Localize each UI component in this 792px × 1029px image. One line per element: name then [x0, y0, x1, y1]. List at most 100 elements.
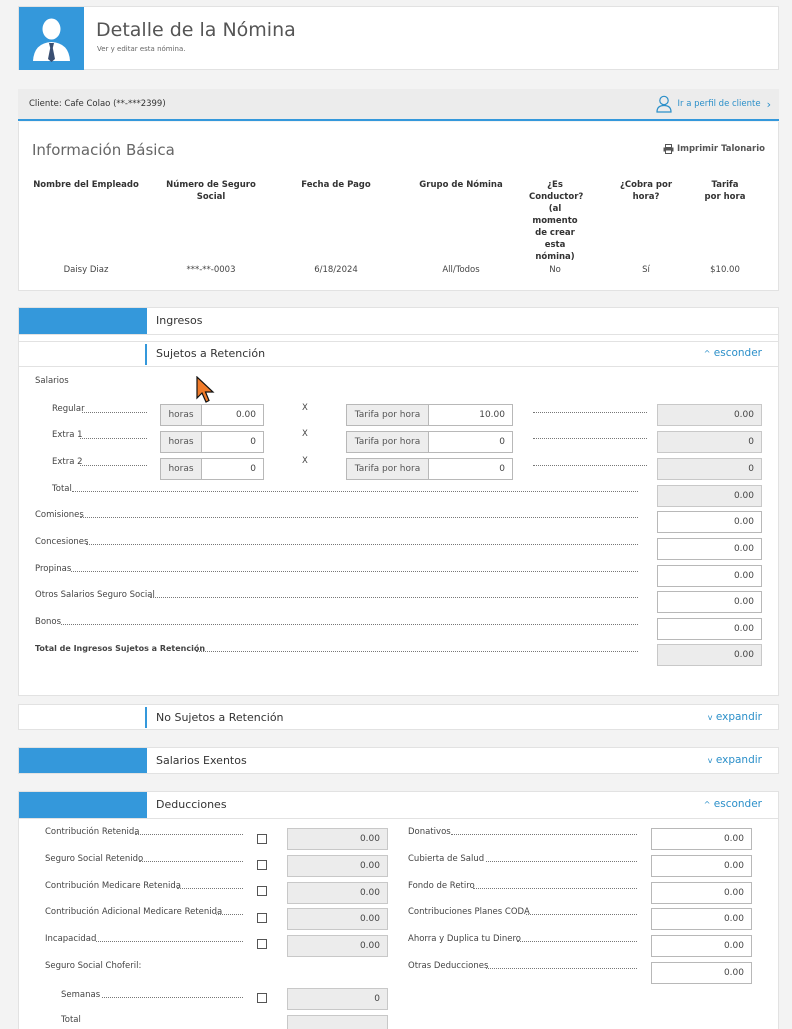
extra2-hours-input[interactable]: 0: [201, 458, 264, 480]
ahorra-duplica-input[interactable]: 0.00: [651, 935, 752, 957]
no-sujetos-header[interactable]: No Sujetos a Retención v expandir: [18, 704, 779, 730]
user-outline-icon: [655, 95, 672, 113]
cubierta-salud-label: Cubierta de Salud: [408, 854, 485, 864]
no-sujetos-toggle[interactable]: v expandir: [708, 711, 762, 723]
salarios-total: 0.00: [657, 485, 762, 507]
choferil-label: Seguro Social Choferil:: [45, 961, 142, 971]
choferil-total-value: [287, 1015, 388, 1029]
medicare-retenida-value: 0.00: [287, 882, 388, 904]
hourly-rate: $10.00: [710, 265, 740, 275]
comisiones-input[interactable]: 0.00: [657, 511, 762, 533]
pay-date: 6/18/2024: [314, 265, 358, 275]
extra2-rate-input[interactable]: 0: [428, 458, 513, 480]
exentos-header[interactable]: Salarios Exentos v expandir: [18, 747, 779, 774]
extra2-label: Extra 2: [52, 457, 83, 467]
basic-info-title: Información Básica: [32, 141, 175, 159]
semanas-label: Semanas: [61, 990, 101, 1000]
propinas-input[interactable]: 0.00: [657, 565, 762, 587]
incapacidad-value: 0.00: [287, 935, 388, 957]
col-hourly: ¿Cobra por hora?: [619, 180, 673, 202]
page-subtitle: Ver y editar esta nómina.: [97, 45, 186, 53]
is-hourly: Sí: [642, 265, 650, 275]
avatar: [19, 7, 84, 70]
rate-addon: Tarifa por hora: [346, 404, 429, 426]
profile-link-label: Ir a perfil de cliente: [677, 99, 761, 109]
print-button[interactable]: Imprimir Talonario: [663, 144, 765, 154]
exentos-accent: [19, 748, 147, 773]
donativos-label: Donativos: [408, 827, 451, 837]
expand-label: expandir: [715, 754, 762, 766]
regular-total: 0.00: [657, 404, 762, 426]
planes-coda-input[interactable]: 0.00: [651, 908, 752, 930]
concesiones-label: Concesiones: [35, 537, 89, 547]
salarios-total-label: Total: [52, 484, 72, 494]
choferil-total-label: Total: [61, 1015, 81, 1025]
donativos-input[interactable]: 0.00: [651, 828, 752, 850]
exentos-title: Salarios Exentos: [156, 754, 247, 767]
is-driver: No: [549, 265, 561, 275]
hours-addon: horas: [160, 458, 202, 480]
printer-icon: [663, 144, 674, 154]
regular-hours-input[interactable]: 0.00: [201, 404, 264, 426]
otros-salarios-label: Otros Salarios Seguro Social: [35, 590, 155, 600]
planes-coda-label: Contribuciones Planes CODA: [408, 907, 530, 917]
basic-info-card: Información Básica Imprimir Talonario No…: [18, 122, 779, 291]
ahorra-duplica-label: Ahorra y Duplica tu Dinero: [408, 934, 521, 944]
hide-label: esconder: [713, 798, 762, 810]
sujetos-header[interactable]: Sujetos a Retención ^ esconder: [19, 341, 778, 367]
otras-deducciones-input[interactable]: 0.00: [651, 962, 752, 984]
client-profile-link[interactable]: Ir a perfil de cliente ›: [655, 95, 771, 113]
extra1-rate-input[interactable]: 0: [428, 431, 513, 453]
medicare-retenida-checkbox[interactable]: [257, 886, 267, 896]
fondo-retiro-input[interactable]: 0.00: [651, 882, 752, 904]
deducciones-toggle[interactable]: ^ esconder: [704, 798, 762, 810]
multiply-label: X: [302, 429, 308, 439]
seguro-social-retenido-label: Seguro Social Retenido: [45, 854, 144, 864]
exentos-toggle[interactable]: v expandir: [708, 754, 762, 766]
medicare-adicional-value: 0.00: [287, 908, 388, 930]
regular-rate-input[interactable]: 10.00: [428, 404, 513, 426]
col-pay-date: Fecha de Pago: [301, 180, 371, 190]
chevron-up-icon: ^: [703, 800, 711, 809]
employee-name: Daisy Diaz: [63, 265, 109, 275]
seguro-social-retenido-value: 0.00: [287, 855, 388, 877]
semanas-value: 0: [287, 988, 388, 1010]
propinas-label: Propinas: [35, 564, 72, 574]
print-label: Imprimir Talonario: [676, 144, 765, 154]
client-bar: Cliente: Cafe Colao (**-***2399) Ir a pe…: [18, 89, 779, 121]
col-payroll-group: Grupo de Nómina: [419, 180, 503, 190]
multiply-label: X: [302, 403, 308, 413]
hours-addon: horas: [160, 404, 202, 426]
medicare-retenida-label: Contribución Medicare Retenida: [45, 881, 181, 891]
bonos-input[interactable]: 0.00: [657, 618, 762, 640]
contribucion-retenida-checkbox[interactable]: [257, 834, 267, 844]
contribucion-retenida-value: 0.00: [287, 828, 388, 850]
otras-deducciones-label: Otras Deducciones: [408, 961, 489, 971]
extra1-hours-input[interactable]: 0: [201, 431, 264, 453]
sujetos-title: Sujetos a Retención: [156, 347, 266, 360]
col-hourly-rate: Tarifa por hora: [704, 180, 746, 202]
user-icon: [33, 18, 70, 62]
concesiones-input[interactable]: 0.00: [657, 538, 762, 560]
semanas-checkbox[interactable]: [257, 993, 267, 1003]
comisiones-label: Comisiones: [35, 510, 84, 520]
col-is-driver: ¿Es Conductor? (al momento de crear esta…: [529, 180, 584, 262]
employee-ssn: ***-**-0003: [186, 265, 236, 275]
cubierta-salud-input[interactable]: 0.00: [651, 855, 752, 877]
regular-label: Regular: [52, 404, 85, 414]
ingresos-accent: [19, 308, 147, 334]
extra1-total: 0: [657, 431, 762, 453]
payroll-group: All/Todos: [442, 265, 480, 275]
hide-label: esconder: [713, 347, 762, 359]
fondo-retiro-label: Fondo de Retiro: [408, 881, 475, 891]
chevron-down-icon: v: [707, 756, 713, 765]
medicare-adicional-checkbox[interactable]: [257, 913, 267, 923]
chevron-right-icon: ›: [766, 97, 771, 111]
chevron-down-icon: v: [707, 713, 713, 722]
deducciones-accent: [19, 792, 147, 818]
otros-salarios-input[interactable]: 0.00: [657, 591, 762, 613]
sujetos-toggle[interactable]: ^ esconder: [704, 347, 762, 359]
seguro-social-retenido-checkbox[interactable]: [257, 860, 267, 870]
incapacidad-checkbox[interactable]: [257, 939, 267, 949]
page-header: Detalle de la Nómina Ver y editar esta n…: [18, 6, 779, 70]
